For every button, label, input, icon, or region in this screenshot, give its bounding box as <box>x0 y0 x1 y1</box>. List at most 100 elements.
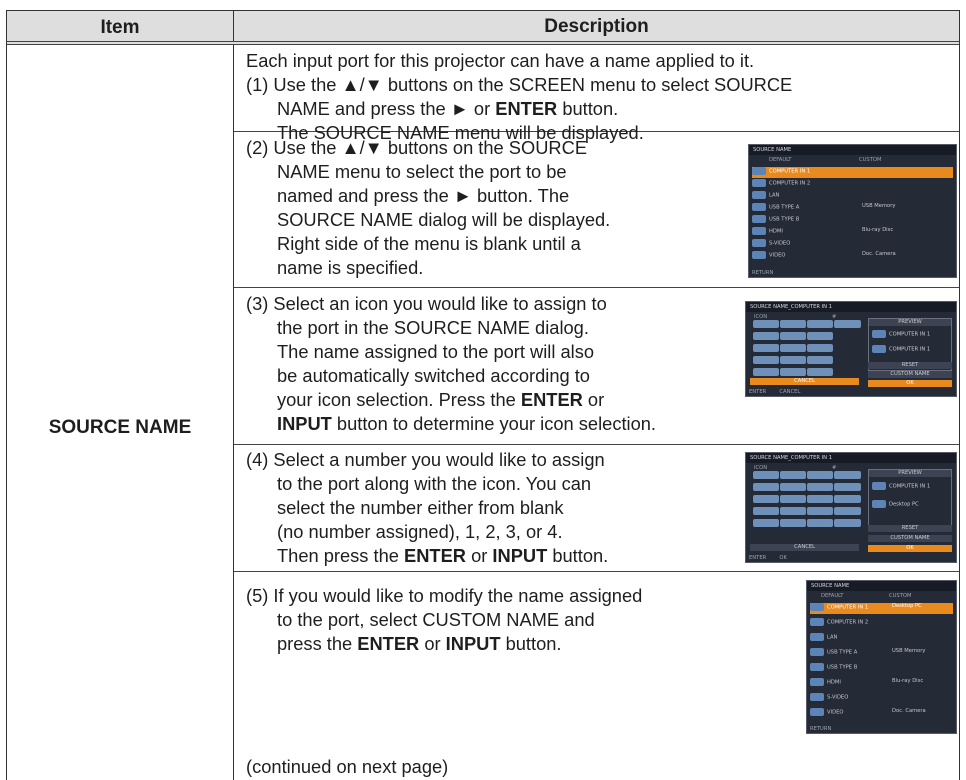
hdmi-icon <box>752 227 766 235</box>
usb-icon <box>810 663 824 671</box>
step4-text: (4) Select a number you would like to as… <box>246 448 608 568</box>
step5-line: to the port, select CUSTOM NAME and <box>277 609 595 630</box>
computer-icon <box>810 603 824 611</box>
intro-line: Each input port for this projector can h… <box>246 50 755 71</box>
dialog-footer: ENTER CANCEL <box>749 389 801 395</box>
step2-line: (2) Use the ▲/▼ buttons on the SOURCE <box>246 137 588 158</box>
description-column: Each input port for this projector can h… <box>234 45 959 780</box>
step3-line: The name assigned to the port will also <box>277 341 595 362</box>
item-cell: SOURCE NAME <box>7 45 234 780</box>
header-item: Item <box>7 11 234 41</box>
step5-text: (5) If you would like to modify the name… <box>246 584 642 656</box>
computer-icon <box>810 618 824 626</box>
cancel-button: CANCEL <box>750 544 860 551</box>
usb-icon <box>752 215 766 223</box>
segment-step-1: Each input port for this projector can h… <box>234 45 959 143</box>
dialog-title: SOURCE NAME_COMPUTER IN 1 <box>746 453 956 463</box>
step2-text: (2) Use the ▲/▼ buttons on the SOURCE NA… <box>246 136 610 280</box>
custom-name-button: CUSTOM NAME <box>868 371 952 378</box>
icon-dialog-screenshot: SOURCE NAME_COMPUTER IN 1 ICON # PREVIEW… <box>745 301 957 397</box>
icon-grid <box>752 470 861 530</box>
custom-name-button: CUSTOM NAME <box>868 535 952 542</box>
menu-row: S-VIDEO <box>810 693 953 704</box>
step4-line: Then press the ENTER or INPUT button. <box>277 545 609 566</box>
step3-line: be automatically switched according to <box>277 365 590 386</box>
hdmi-icon <box>810 678 824 686</box>
menu-footer-return: RETURN <box>752 270 774 276</box>
menu-title: SOURCE NAME <box>749 145 956 155</box>
segment-step-3: (3) Select an icon you would like to ass… <box>234 288 959 445</box>
step3-line: INPUT button to determine your icon sele… <box>277 413 657 434</box>
segment-step-2: (2) Use the ▲/▼ buttons on the SOURCE NA… <box>234 132 959 288</box>
computer-icon <box>752 167 766 175</box>
menu-row: S-VIDEO <box>752 239 953 250</box>
number-dialog-screenshot: SOURCE NAME_COMPUTER IN 1 ICON # PREVIEW… <box>745 452 957 563</box>
lan-icon <box>810 633 824 641</box>
preview-panel: PREVIEW COMPUTER IN 1 Desktop PC <box>868 469 952 531</box>
step4-line: (4) Select a number you would like to as… <box>246 449 605 470</box>
icon-grid <box>752 319 861 379</box>
menu-row: USB TYPE A USB Memory <box>752 203 953 214</box>
step1-line2: NAME and press the ► or ENTER button. <box>277 98 619 119</box>
menu-row: HDMI Blu-ray Disc <box>752 227 953 238</box>
computer-icon <box>752 179 766 187</box>
step4-line: to the port along with the icon. You can <box>277 473 592 494</box>
video-icon <box>810 708 824 716</box>
menu-row: LAN <box>810 633 953 644</box>
step4-line: (no number assigned), 1, 2, 3, or 4. <box>277 521 563 542</box>
cancel-button: CANCEL <box>750 378 860 385</box>
menu-footer-return: RETURN <box>810 726 832 732</box>
usb-icon <box>810 648 824 656</box>
step2-line: SOURCE NAME dialog will be displayed. <box>277 209 611 230</box>
preview-name-b: COMPUTER IN 1 <box>872 345 930 353</box>
svideo-icon <box>810 693 824 701</box>
menu-title: SOURCE NAME <box>807 581 956 591</box>
menu-row: LAN <box>752 191 953 202</box>
preview-label: PREVIEW <box>869 470 951 477</box>
dialog-title: SOURCE NAME_COMPUTER IN 1 <box>746 302 956 312</box>
menu-row: COMPUTER IN 1 <box>752 167 953 178</box>
menu-row: VIDEO Doc. Camera <box>752 251 953 262</box>
segment-step-5: (5) If you would like to modify the name… <box>234 572 959 780</box>
video-icon <box>752 251 766 259</box>
step5-line: (5) If you would like to modify the name… <box>246 585 643 606</box>
ok-button: OK <box>868 545 952 552</box>
svideo-icon <box>752 239 766 247</box>
segment-step-4: (4) Select a number you would like to as… <box>234 445 959 572</box>
preview-name-a: COMPUTER IN 1 <box>872 330 930 338</box>
menu-row: USB TYPE B <box>810 663 953 674</box>
menu-row: COMPUTER IN 1 Desktop PC <box>810 603 953 614</box>
header-description: Description <box>544 15 649 37</box>
step3-text: (3) Select an icon you would like to ass… <box>246 292 656 436</box>
step1-line1: (1) Use the ▲/▼ buttons on the SCREEN me… <box>246 74 793 95</box>
step5-line: press the ENTER or INPUT button. <box>277 633 562 654</box>
step3-line: the port in the SOURCE NAME dialog. <box>277 317 589 338</box>
table-header-row: Item Description <box>7 11 959 45</box>
lan-icon <box>752 191 766 199</box>
usb-icon <box>752 203 766 211</box>
menu-row: HDMI Blu-ray Disc <box>810 678 953 689</box>
step2-line: NAME menu to select the port to be <box>277 161 567 182</box>
step2-line: name is specified. <box>277 257 424 278</box>
preview-name-a: COMPUTER IN 1 <box>872 482 930 490</box>
preview-name-b: Desktop PC <box>872 500 919 508</box>
continued-note: (continued on next page) <box>246 756 449 777</box>
step2-line: named and press the ► button. The <box>277 185 570 206</box>
step4-line: select the number either from blank <box>277 497 564 518</box>
dialog-footer: ENTER OK <box>749 555 787 561</box>
ok-button: OK <box>868 380 952 387</box>
menu-row: USB TYPE A USB Memory <box>810 648 953 659</box>
step3-line: (3) Select an icon you would like to ass… <box>246 293 607 314</box>
reset-button: RESET <box>868 362 952 369</box>
step3-line: your icon selection. Press the ENTER or <box>277 389 605 410</box>
menu-row: USB TYPE B <box>752 215 953 226</box>
menu-col-default: DEFAULT <box>821 593 844 599</box>
step2-line: Right side of the menu is blank until a <box>277 233 581 254</box>
menu-col-custom: CUSTOM <box>889 593 912 599</box>
source-name-menu-custom-screenshot: SOURCE NAME DEFAULT CUSTOM COMPUTER IN 1… <box>806 580 957 734</box>
menu-col-custom: CUSTOM <box>859 157 882 163</box>
reset-button: RESET <box>868 525 952 532</box>
menu-row: COMPUTER IN 2 <box>752 179 953 190</box>
item-label-source-name: SOURCE NAME <box>48 416 192 438</box>
menu-row: COMPUTER IN 2 <box>810 618 953 629</box>
